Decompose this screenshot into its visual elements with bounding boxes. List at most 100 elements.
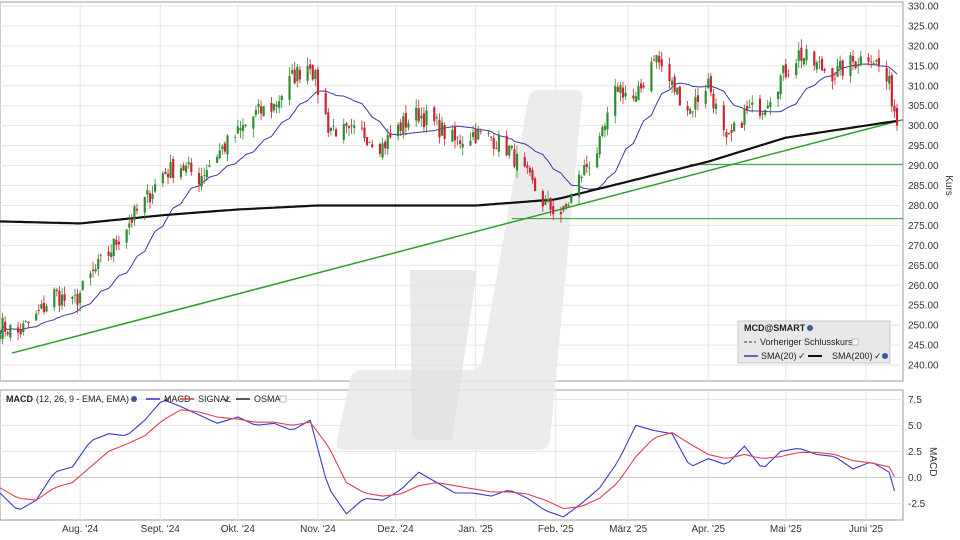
candle-body	[751, 102, 754, 105]
candle-body	[642, 85, 645, 88]
candle-body	[135, 208, 139, 211]
candle-body	[386, 135, 389, 149]
candle-body	[42, 302, 46, 313]
candle-body	[727, 132, 731, 135]
candle-body	[820, 59, 824, 71]
candle-body	[208, 165, 211, 167]
candle-body	[580, 176, 583, 179]
price-tick-label: 280.00	[908, 201, 939, 212]
price-tick-label: 250.00	[908, 321, 939, 332]
candle-body	[588, 167, 591, 169]
candle-body	[397, 124, 400, 137]
candle-body	[696, 95, 700, 102]
candle-body	[53, 289, 56, 308]
candle-body	[275, 104, 278, 107]
candle-body	[417, 108, 420, 122]
candle-body	[841, 60, 844, 76]
candle-body	[252, 116, 255, 129]
candle-body	[112, 238, 115, 256]
candle-body	[347, 125, 351, 129]
candle-body	[316, 69, 320, 95]
candle-body	[867, 57, 870, 62]
legend-checkbox	[851, 338, 859, 346]
candle-body	[549, 198, 552, 210]
candle-body	[146, 189, 149, 195]
candle-body	[813, 51, 816, 66]
candle-body	[497, 134, 500, 152]
candle-body	[161, 173, 164, 184]
candle-body	[166, 173, 170, 178]
candle-body	[4, 321, 7, 332]
candle-body	[451, 130, 454, 142]
candle-body	[293, 69, 296, 84]
candle-body	[616, 87, 619, 92]
candle-body	[552, 206, 555, 215]
candle-body	[513, 149, 516, 167]
candle-body	[766, 105, 769, 109]
candle-body	[179, 168, 183, 178]
candle-body	[859, 56, 862, 66]
candle-body	[818, 61, 821, 63]
candle-body	[453, 126, 457, 141]
candle-body	[893, 105, 896, 112]
candle-body	[650, 61, 653, 92]
price-tick-label: 290.00	[908, 161, 939, 172]
candle-body	[378, 144, 382, 154]
candle-body	[671, 80, 674, 85]
candle-body	[637, 86, 640, 101]
legend-checkbox	[279, 395, 287, 403]
candle-body	[172, 159, 175, 178]
candle-body	[443, 125, 446, 139]
candle-body	[712, 93, 715, 109]
candle-body	[239, 128, 242, 131]
candle-body	[154, 184, 157, 192]
x-tick-label: März '25	[609, 524, 647, 535]
candle-body	[73, 295, 77, 296]
candle-body	[262, 106, 265, 116]
candle-body	[422, 113, 426, 128]
candle-body	[621, 87, 625, 98]
x-tick-label: Sept. '24	[141, 524, 181, 535]
candle-body	[17, 327, 20, 333]
candle-body	[221, 146, 224, 150]
candle-body	[94, 268, 97, 272]
price-tick-label: 240.00	[908, 361, 939, 372]
candle-body	[45, 305, 48, 312]
candle-body	[800, 47, 803, 61]
x-tick-label: Feb. '25	[538, 524, 574, 535]
candle-body	[420, 115, 423, 119]
candle-body	[19, 329, 22, 335]
candle-body	[324, 92, 327, 114]
candle-body	[0, 335, 2, 340]
candle-body	[857, 65, 860, 67]
candle-body	[345, 123, 348, 126]
macd-tick-label: 5.0	[908, 421, 922, 432]
candle-body	[164, 171, 167, 174]
candle-body	[544, 200, 547, 205]
candle-body	[779, 75, 782, 95]
candle-body	[709, 76, 712, 93]
candle-body	[782, 65, 785, 73]
candle-body	[624, 92, 627, 97]
price-tick-label: 325.00	[908, 21, 939, 32]
candle-body	[559, 212, 563, 215]
candle-body	[223, 143, 226, 152]
candle-body	[748, 106, 751, 109]
price-tick-label: 265.00	[908, 261, 939, 272]
candle-body	[288, 75, 291, 100]
candle-body	[353, 125, 356, 128]
candle-body	[9, 325, 12, 338]
macd-legend-params: (12, 26, 9 - EMA, EMA)	[36, 394, 129, 404]
candle-body	[471, 132, 475, 138]
candle-body	[311, 65, 314, 80]
candle-body	[707, 78, 710, 89]
candle-body	[384, 141, 387, 149]
candle-body	[1, 317, 4, 340]
candle-body	[6, 332, 9, 335]
candle-body	[733, 122, 736, 132]
candle-body	[567, 205, 570, 206]
price-tick-label: 245.00	[908, 341, 939, 352]
price-tick-label: 255.00	[908, 301, 939, 312]
candle-body	[200, 175, 203, 187]
price-tick-label: 330.00	[908, 1, 939, 12]
